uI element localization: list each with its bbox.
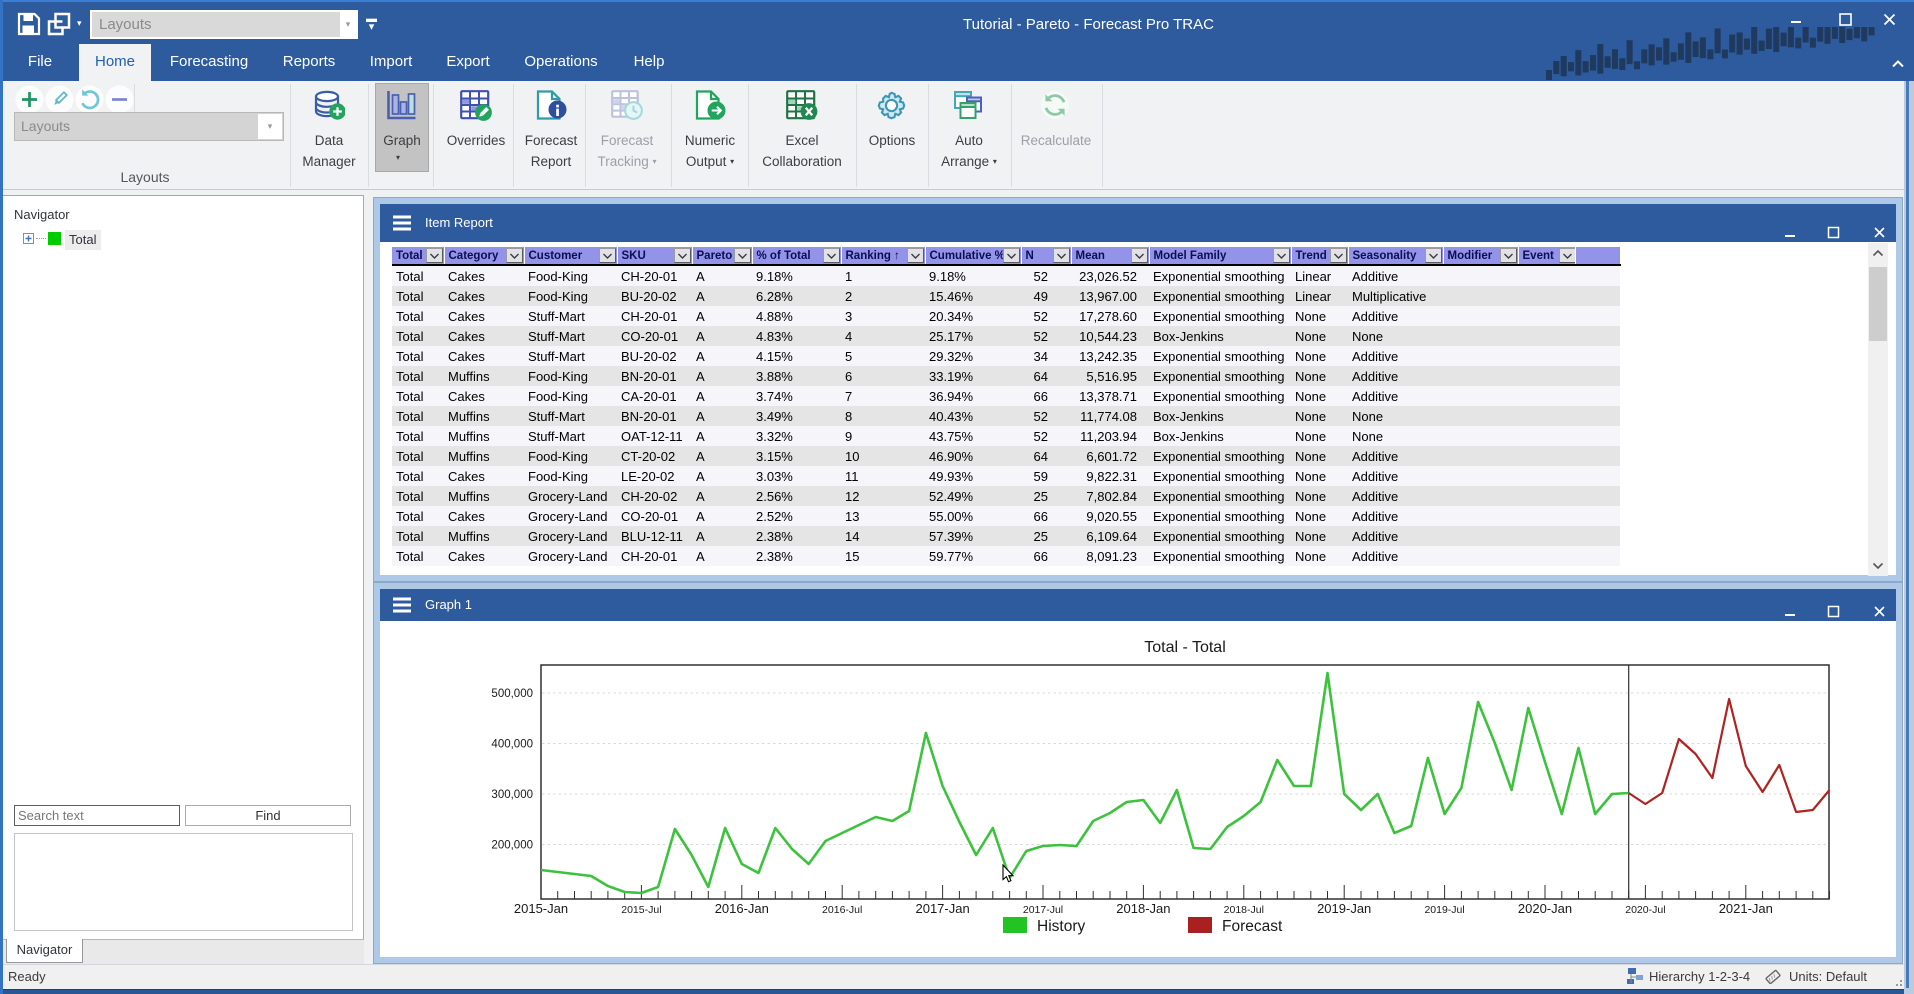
svg-text:2015-Jul: 2015-Jul: [621, 904, 661, 916]
svg-text:Forecast: Forecast: [1222, 918, 1283, 935]
svg-text:2020-Jul: 2020-Jul: [1625, 904, 1665, 916]
svg-text:300,000: 300,000: [491, 789, 533, 801]
svg-text:2015-Jan: 2015-Jan: [514, 901, 568, 916]
svg-text:2020-Jan: 2020-Jan: [1518, 901, 1572, 916]
svg-text:2018-Jan: 2018-Jan: [1116, 901, 1170, 916]
svg-text:200,000: 200,000: [491, 840, 533, 852]
svg-text:400,000: 400,000: [491, 739, 533, 751]
svg-text:Total - Total: Total - Total: [1144, 639, 1226, 656]
svg-text:2018-Jul: 2018-Jul: [1224, 904, 1264, 916]
svg-text:2019-Jul: 2019-Jul: [1424, 904, 1464, 916]
svg-text:2021-Jan: 2021-Jan: [1719, 901, 1773, 916]
svg-text:2016-Jul: 2016-Jul: [822, 904, 862, 916]
svg-text:2017-Jan: 2017-Jan: [915, 901, 969, 916]
svg-text:2019-Jan: 2019-Jan: [1317, 901, 1371, 916]
svg-text:2016-Jan: 2016-Jan: [715, 901, 769, 916]
svg-text:2017-Jul: 2017-Jul: [1023, 904, 1063, 916]
svg-text:History: History: [1037, 918, 1085, 935]
svg-text:500,000: 500,000: [491, 688, 533, 700]
